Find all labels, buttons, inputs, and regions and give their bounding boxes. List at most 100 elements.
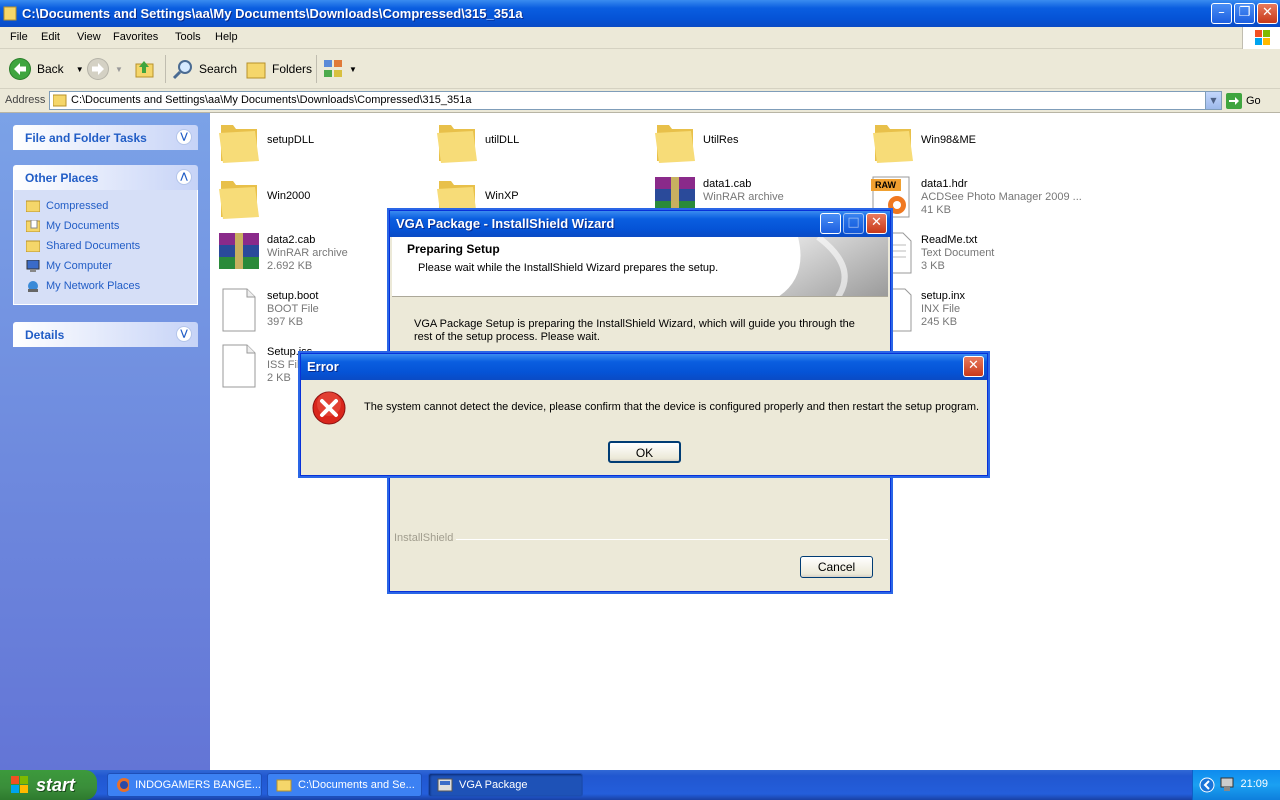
cancel-button[interactable]: Cancel (800, 556, 873, 578)
wizard-header: Preparing Setup Please wait while the In… (392, 237, 888, 297)
menu-view[interactable]: View (77, 31, 101, 43)
computer-icon (26, 260, 40, 272)
file-item-readme-txt[interactable]: ReadMe.txt Text Document 3 KB (871, 229, 1081, 281)
chevron-left-icon[interactable] (1199, 777, 1215, 793)
error-title-bar[interactable]: Error ✕ (301, 354, 987, 380)
file-name: setup.inx (921, 290, 966, 302)
go-label: Go (1246, 94, 1261, 107)
start-button[interactable]: start (0, 770, 97, 800)
file-item-utilres[interactable]: UtilRes (653, 117, 863, 169)
views-icon (324, 60, 342, 77)
file-name: data1.hdr (921, 178, 968, 190)
wizard-banner-graphic (779, 237, 888, 296)
file-item-utildll[interactable]: utilDLL (435, 117, 645, 169)
other-places-title: Other Places (25, 171, 99, 185)
network-status-icon[interactable] (1219, 777, 1237, 793)
folder-icon (3, 6, 17, 21)
forward-arrow-icon (87, 58, 109, 80)
file-name: setup.boot (267, 290, 319, 302)
menu-favorites[interactable]: Favorites (113, 31, 158, 43)
toolbar: Back ▼ ▼ Search Folders ▼ (0, 49, 1280, 89)
file-item-setup-inx[interactable]: setup.inx INX File 245 KB (871, 285, 1081, 337)
file-item-setupdll[interactable]: setupDLL (217, 117, 427, 169)
address-value: C:\Documents and Settings\aa\My Document… (71, 94, 472, 106)
error-dialog[interactable]: Error ✕ The system cannot detect the dev… (300, 353, 988, 476)
file-item-win98me[interactable]: Win98&ME (871, 117, 1081, 169)
folder-icon (276, 779, 292, 792)
file-name: Win2000 (267, 190, 311, 202)
folder-icon (873, 125, 913, 163)
file-name: data2.cab (267, 234, 316, 246)
file-type: Text Document (921, 247, 995, 259)
file-size: 41 KB (921, 204, 951, 216)
menu-tools[interactable]: Tools (175, 31, 201, 43)
folder-icon (219, 125, 259, 163)
minimize-button[interactable]: – (1211, 3, 1232, 24)
ok-button[interactable]: OK (608, 441, 681, 463)
minimize-button[interactable]: – (820, 213, 841, 234)
file-size: 3 KB (921, 260, 945, 272)
views-button[interactable]: ▼ (323, 57, 357, 81)
close-button[interactable]: ✕ (1257, 3, 1278, 24)
restore-button[interactable]: ❐ (1234, 3, 1255, 24)
svg-text:RAW: RAW (875, 180, 897, 190)
wizard-body-text: VGA Package Setup is preparing the Insta… (414, 318, 855, 343)
other-places-header[interactable]: Other Places ⋀ (13, 165, 198, 190)
menu-help[interactable]: Help (215, 31, 238, 43)
place-my-computer[interactable]: My Computer (26, 258, 112, 274)
place-my-network-places[interactable]: My Network Places (26, 278, 140, 294)
place-my-documents[interactable]: My Documents (26, 218, 119, 234)
taskbar-item-vga-package[interactable]: VGA Package (428, 773, 583, 797)
go-arrow-icon (1226, 92, 1242, 109)
wizard-step-title: Preparing Setup (407, 242, 500, 256)
file-name: ReadMe.txt (921, 234, 978, 246)
go-button[interactable]: Go (1226, 91, 1276, 110)
folder-icon (219, 181, 259, 219)
chevron-down-icon[interactable]: ⋁ (176, 129, 192, 145)
close-button[interactable]: ✕ (963, 356, 984, 377)
folders-label: Folders (272, 62, 313, 76)
folder-icon (26, 200, 40, 212)
up-folder-button[interactable] (134, 57, 156, 81)
forward-button[interactable]: ▼ (86, 57, 123, 81)
file-name: WinXP (485, 190, 519, 202)
folder-icon (53, 94, 67, 107)
taskbar-item-explorer[interactable]: C:\Documents and Se... (267, 773, 422, 797)
place-shared-documents[interactable]: Shared Documents (26, 238, 140, 254)
search-icon (172, 60, 192, 80)
installer-icon (437, 778, 453, 792)
chevron-up-icon[interactable]: ⋀ (176, 169, 192, 185)
address-label: Address (5, 94, 46, 106)
folders-button[interactable]: Folders (245, 57, 312, 81)
details-title: Details (25, 328, 65, 342)
details-header[interactable]: Details ⋁ (13, 322, 198, 347)
file-name: utilDLL (485, 134, 520, 146)
taskbar-item-browser[interactable]: INDOGAMERS BANGE... (107, 773, 262, 797)
file-folder-tasks-header[interactable]: File and Folder Tasks ⋁ (13, 125, 198, 150)
window-title: C:\Documents and Settings\aa\My Document… (22, 6, 523, 21)
error-title: Error (307, 359, 339, 374)
file-name: setupDLL (267, 134, 315, 146)
menu-file[interactable]: File (10, 31, 28, 43)
address-input[interactable]: C:\Documents and Settings\aa\My Document… (49, 91, 1222, 110)
maximize-button: □ (843, 213, 864, 234)
file-name: data1.cab (703, 178, 752, 190)
file-size: 245 KB (921, 316, 958, 328)
explorer-title-bar[interactable]: C:\Documents and Settings\aa\My Document… (0, 0, 1280, 27)
generic-file-icon (222, 288, 256, 332)
address-bar: Address C:\Documents and Settings\aa\My … (0, 89, 1280, 113)
close-button[interactable]: ✕ (866, 213, 887, 234)
network-icon (28, 281, 38, 292)
chevron-down-icon[interactable]: ⋁ (176, 326, 192, 342)
search-button[interactable]: Search (172, 57, 237, 81)
menu-edit[interactable]: Edit (41, 31, 60, 43)
firefox-icon (117, 778, 130, 792)
taskbar-item-label: C:\Documents and Se... (298, 779, 415, 791)
wizard-step-subtitle: Please wait while the InstallShield Wiza… (418, 262, 719, 274)
address-dropdown-button[interactable]: ▼ (1205, 92, 1221, 109)
place-compressed[interactable]: Compressed (26, 198, 108, 214)
file-item-data1-hdr[interactable]: RAW data1.hdr ACDSee Photo Manager 2009 … (871, 173, 1082, 225)
back-button[interactable]: Back ▼ (8, 57, 84, 81)
file-type: WinRAR archive (703, 191, 784, 203)
installshield-title-bar[interactable]: VGA Package - InstallShield Wizard – □ ✕ (390, 211, 890, 237)
